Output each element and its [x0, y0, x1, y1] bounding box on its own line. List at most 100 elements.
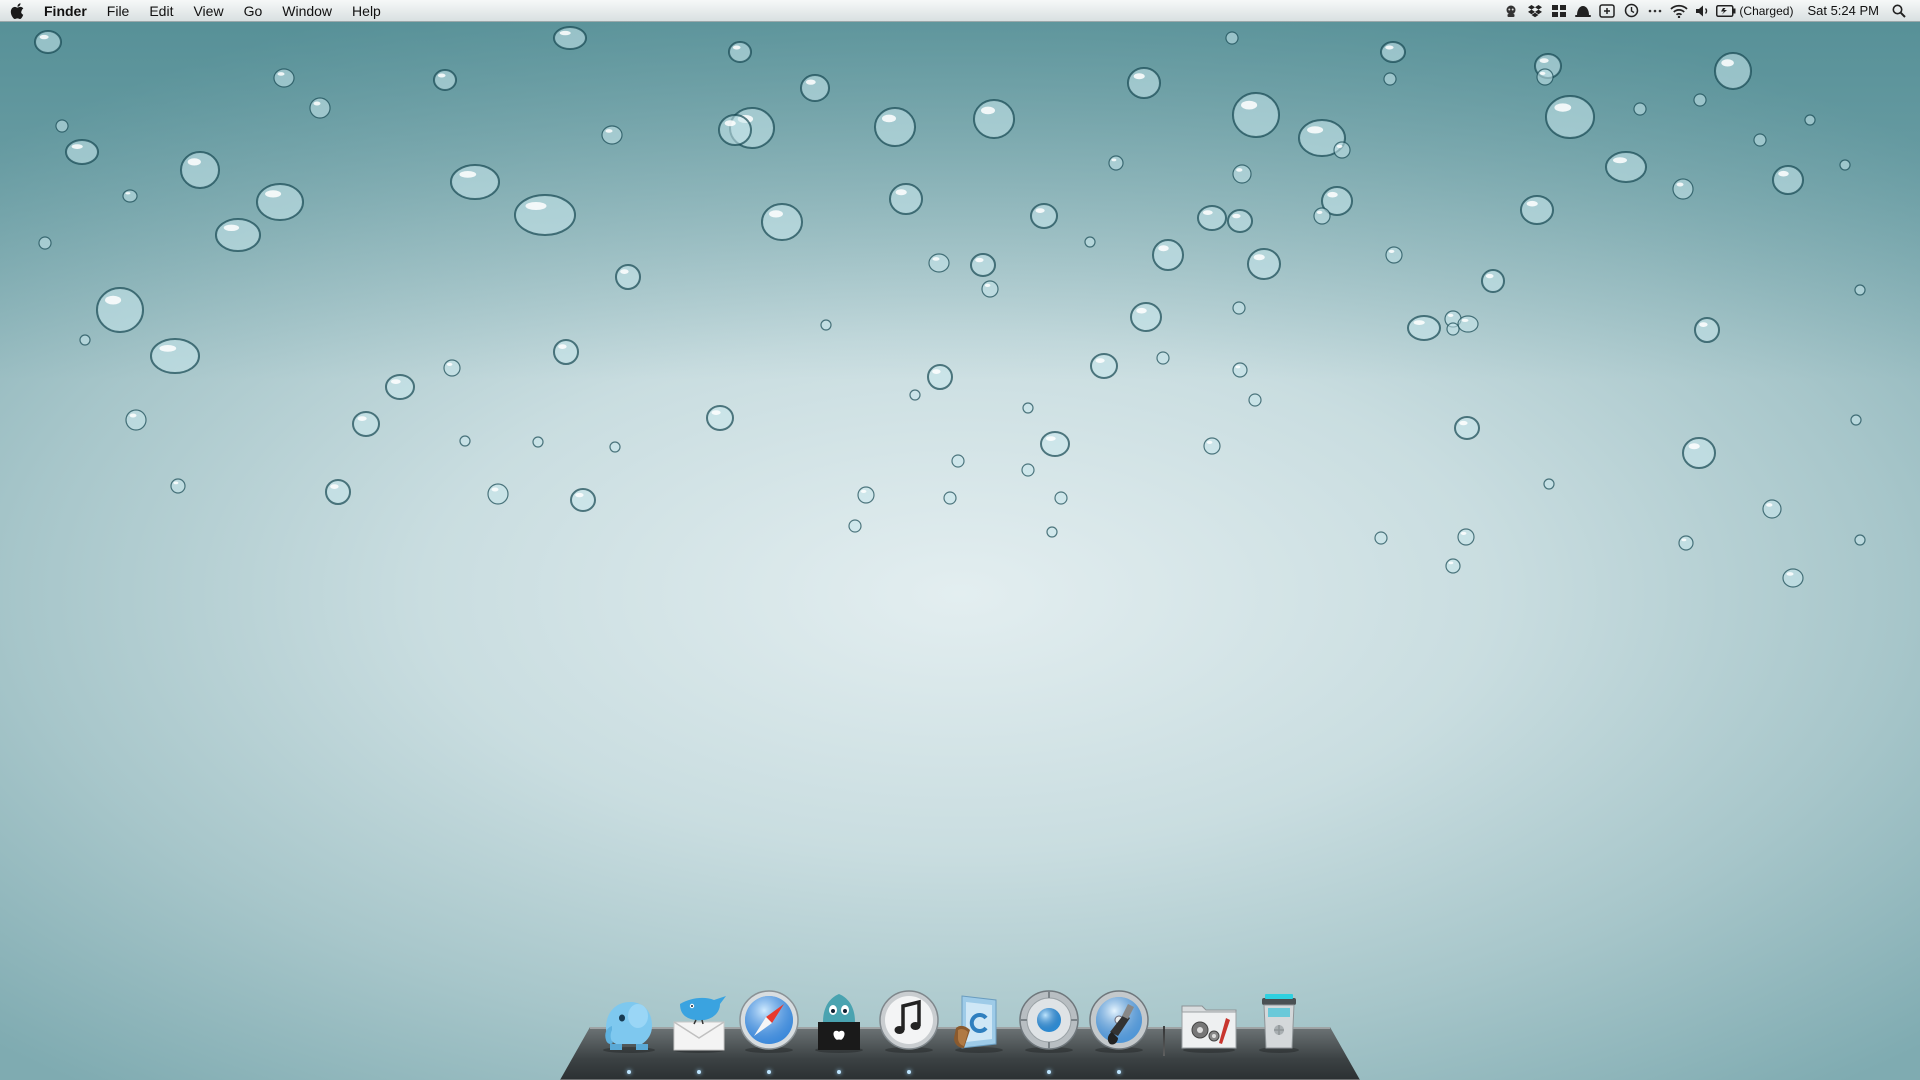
dock-item-itunes[interactable] — [874, 988, 944, 1074]
water-drop — [55, 119, 69, 133]
water-drop — [1203, 437, 1221, 455]
water-drop-highlight — [1766, 503, 1773, 507]
water-drop — [943, 491, 957, 505]
dock-running-indicator — [837, 1070, 841, 1074]
water-drop — [487, 483, 509, 505]
water-drop — [443, 359, 461, 377]
water-drop — [973, 99, 1015, 139]
water-drop-highlight — [173, 481, 179, 485]
water-drop — [1197, 205, 1227, 231]
water-drop — [889, 183, 923, 215]
water-drop — [1633, 102, 1647, 116]
water-drop — [215, 218, 261, 252]
water-drop-highlight — [737, 115, 754, 123]
spotlight-search-icon[interactable] — [1886, 0, 1912, 22]
water-drop — [615, 264, 641, 290]
water-drop — [273, 68, 295, 88]
water-drop — [1383, 72, 1397, 86]
water-drop — [553, 26, 587, 50]
water-drop-highlight — [223, 224, 240, 231]
water-drop-highlight — [975, 257, 984, 263]
water-drop — [1152, 239, 1184, 271]
water-drop — [1333, 141, 1351, 159]
water-drop-highlight — [1136, 307, 1147, 314]
dock-item-app-store[interactable] — [804, 988, 874, 1074]
water-drop-highlight — [1206, 440, 1213, 444]
menubar-clock[interactable]: Sat 5:24 PM — [1800, 3, 1886, 18]
water-drop — [927, 364, 953, 390]
water-drop — [909, 389, 921, 401]
water-drop-highlight — [1241, 100, 1258, 110]
wifi-icon[interactable] — [1667, 0, 1691, 22]
dock-item-system-preferences-folder[interactable] — [1174, 988, 1244, 1064]
menu-help[interactable]: Help — [342, 0, 391, 22]
water-drop — [1248, 393, 1262, 407]
dock-item-lens-app[interactable] — [1014, 988, 1084, 1074]
water-drop — [1854, 534, 1866, 546]
water-drop-highlight — [1681, 538, 1687, 542]
add-box-icon[interactable] — [1595, 0, 1619, 22]
apple-logo-icon[interactable] — [0, 0, 34, 22]
water-drop-highlight — [459, 170, 477, 178]
water-drop — [928, 253, 950, 273]
water-drop-highlight — [105, 295, 122, 305]
dock-running-indicator — [697, 1070, 701, 1074]
dock-running-indicator — [1047, 1070, 1051, 1074]
battery-icon — [1715, 0, 1737, 22]
water-drop — [352, 411, 380, 437]
dock-item-mail[interactable] — [664, 988, 734, 1074]
dock-item-disk-utility[interactable] — [1084, 988, 1154, 1074]
dropbox-icon[interactable] — [1523, 0, 1547, 22]
notification-bell-icon[interactable] — [1571, 0, 1595, 22]
water-drop-highlight — [575, 492, 584, 498]
trash-icon — [1259, 994, 1299, 1053]
menu-window[interactable]: Window — [272, 0, 342, 22]
water-drop — [1127, 67, 1161, 99]
dock-item-evernote[interactable] — [594, 988, 664, 1074]
water-drop — [1854, 284, 1866, 296]
water-drop — [761, 203, 803, 241]
water-drop-highlight — [558, 344, 567, 349]
water-drop — [1536, 68, 1554, 86]
water-drop-highlight — [313, 101, 321, 106]
water-drop — [1380, 41, 1406, 63]
water-drop — [1545, 95, 1595, 139]
water-drop — [385, 374, 415, 400]
water-drop-highlight — [390, 379, 401, 384]
water-drop-highlight — [1413, 320, 1425, 325]
water-drop-highlight — [39, 34, 49, 40]
water-drop — [325, 479, 351, 505]
growl-icon[interactable] — [1499, 0, 1523, 22]
water-drop — [1232, 362, 1248, 378]
water-drop — [1022, 402, 1034, 414]
dock-item-trash[interactable] — [1244, 988, 1314, 1064]
water-drop-highlight — [1778, 170, 1789, 177]
water-drop — [706, 405, 734, 431]
volume-icon[interactable] — [1691, 0, 1715, 22]
time-machine-icon[interactable] — [1619, 0, 1643, 22]
water-drop — [1444, 310, 1462, 328]
water-drop-highlight — [1526, 200, 1538, 207]
menu-app-finder[interactable]: Finder — [34, 0, 97, 22]
water-drop-highlight — [1539, 58, 1549, 63]
water-drop-highlight — [1253, 254, 1265, 261]
dock-running-indicator — [1117, 1070, 1121, 1074]
water-drop — [1457, 315, 1479, 333]
menu-bar: Finder File Edit View Go Window Help (Ch… — [0, 0, 1920, 22]
dock-item-safari[interactable] — [734, 988, 804, 1074]
menu-file[interactable]: File — [97, 0, 140, 22]
grid-icon[interactable] — [1547, 0, 1571, 22]
water-drop — [570, 488, 596, 512]
menu-view[interactable]: View — [183, 0, 233, 22]
menu-edit[interactable]: Edit — [139, 0, 183, 22]
menu-go[interactable]: Go — [234, 0, 273, 22]
water-drop — [1605, 151, 1647, 183]
water-drop — [1839, 159, 1851, 171]
water-drop-highlight — [265, 190, 282, 198]
dock-item-contacts[interactable] — [944, 988, 1014, 1064]
water-drop-highlight — [860, 489, 867, 493]
more-dots-icon[interactable] — [1643, 0, 1667, 22]
water-drop-highlight — [1688, 443, 1700, 450]
water-drop — [1445, 558, 1461, 574]
water-drop — [1672, 178, 1694, 200]
